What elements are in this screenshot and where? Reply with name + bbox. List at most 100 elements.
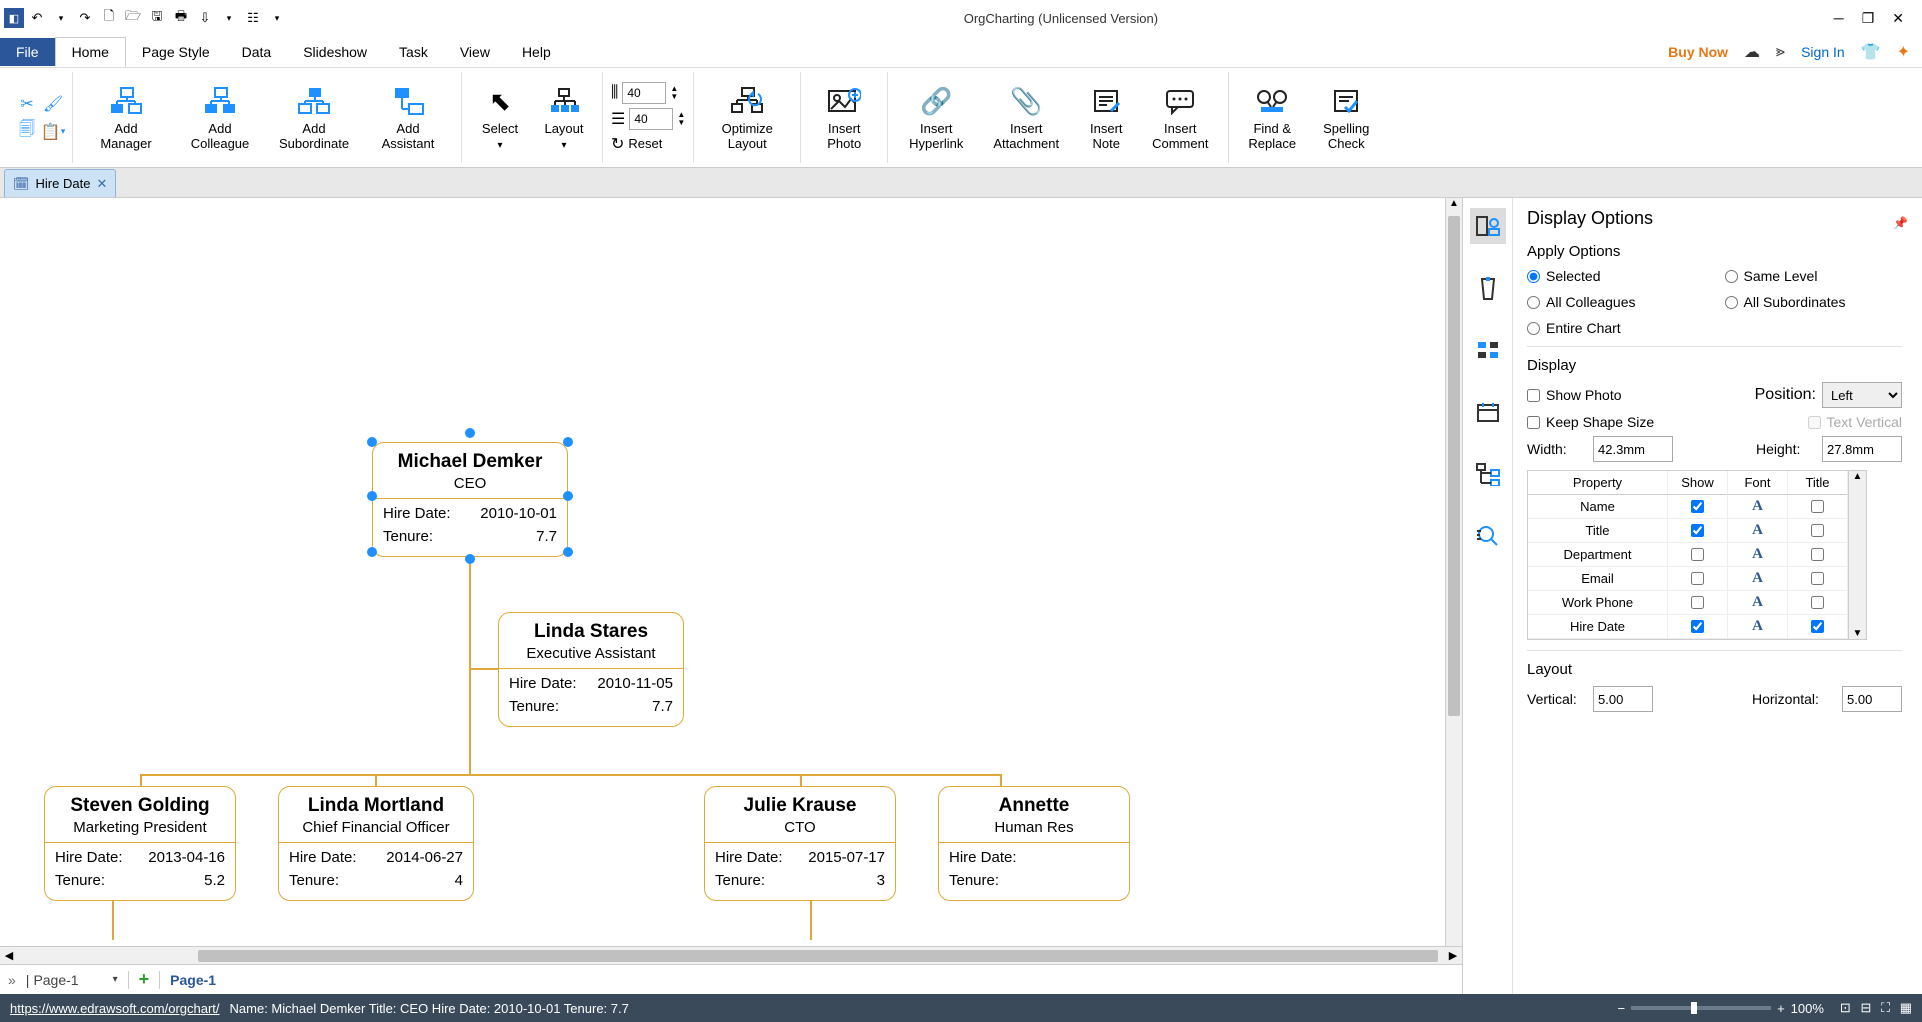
page-select[interactable]: |Page-1▾ (26, 972, 118, 988)
pin-icon[interactable]: 📌 (1893, 216, 1908, 230)
title-checkbox[interactable] (1811, 620, 1824, 633)
hscroll-right[interactable]: ▶ (1444, 946, 1462, 964)
horizontal-input[interactable] (1842, 686, 1902, 712)
hscroll-left[interactable]: ◀ (0, 946, 18, 964)
title-checkbox[interactable] (1811, 596, 1824, 609)
fit-width-icon[interactable]: ⊟ (1860, 1000, 1871, 1015)
add-colleague-button[interactable]: AddColleague (175, 84, 265, 151)
font-button[interactable]: A (1752, 546, 1763, 563)
radio-same-level[interactable]: Same Level (1725, 268, 1903, 284)
title-checkbox[interactable] (1811, 500, 1824, 513)
menu-view[interactable]: View (444, 38, 506, 66)
status-url[interactable]: https://www.edrawsoft.com/orgchart/ (10, 1001, 220, 1016)
options-dropdown[interactable]: ▾ (266, 7, 288, 29)
save-icon[interactable]: 🖫 (146, 7, 168, 29)
show-checkbox[interactable] (1691, 596, 1704, 609)
undo-dropdown[interactable]: ▾ (50, 7, 72, 29)
fit-page-icon[interactable]: ⊡ (1840, 1000, 1851, 1015)
panetab-data-icon[interactable] (1470, 332, 1506, 368)
sign-in-link[interactable]: Sign In (1801, 44, 1845, 60)
font-button[interactable]: A (1752, 522, 1763, 539)
org-node-root[interactable]: Michael DemkerCEO Hire Date:2010-10-01 T… (372, 442, 568, 557)
copy-icon[interactable]: 🗐 (16, 121, 38, 143)
font-button[interactable]: A (1752, 498, 1763, 515)
show-checkbox[interactable] (1691, 620, 1704, 633)
grid-icon[interactable]: ▦ (1900, 1000, 1912, 1015)
title-checkbox[interactable] (1811, 548, 1824, 561)
open-icon[interactable]: 🗁 (122, 7, 144, 29)
paste-icon[interactable]: 📋▾ (42, 121, 64, 143)
panetab-search-icon[interactable] (1470, 518, 1506, 554)
title-checkbox[interactable] (1811, 572, 1824, 585)
insert-note-button[interactable]: InsertNote (1076, 84, 1136, 151)
title-checkbox[interactable] (1811, 524, 1824, 537)
fullscreen-icon[interactable]: ⛶ (1881, 1000, 1890, 1015)
font-button[interactable]: A (1752, 618, 1763, 635)
tshirt-icon[interactable]: 👕 (1861, 42, 1881, 62)
cut-icon[interactable]: ✂ (16, 93, 38, 115)
insert-hyperlink-button[interactable]: 🔗InsertHyperlink (896, 84, 976, 151)
redo-icon[interactable]: ↷ (74, 7, 96, 29)
add-manager-button[interactable]: AddManager (81, 84, 171, 151)
close-doc-icon[interactable]: ✕ (96, 176, 107, 192)
insert-photo-button[interactable]: InsertPhoto (809, 84, 879, 151)
page-tab[interactable]: Page-1 (170, 972, 216, 988)
share-icon[interactable]: ⪢ (1776, 43, 1785, 61)
radio-selected[interactable]: Selected (1527, 268, 1705, 284)
font-button[interactable]: A (1752, 570, 1763, 587)
zoom-out-button[interactable]: − (1617, 1001, 1625, 1016)
font-button[interactable]: A (1752, 594, 1763, 611)
spelling-check-button[interactable]: SpellingCheck (1311, 84, 1381, 151)
org-node-c3[interactable]: Julie KrauseCTO Hire Date:2015-07-17 Ten… (704, 786, 896, 901)
org-node-c2[interactable]: Linda MortlandChief Financial Officer Hi… (278, 786, 474, 901)
menu-home[interactable]: Home (55, 37, 126, 67)
table-scrollbar[interactable]: ▲▼ (1849, 470, 1867, 640)
width-input[interactable] (1593, 436, 1673, 462)
menu-help[interactable]: Help (506, 38, 567, 66)
vertical-input[interactable] (1593, 686, 1653, 712)
org-node-c1[interactable]: Steven GoldingMarketing President Hire D… (44, 786, 236, 901)
chk-show-photo[interactable]: Show Photo (1527, 387, 1622, 403)
insert-comment-button[interactable]: InsertComment (1140, 84, 1220, 151)
export-icon[interactable]: ⇩ (194, 7, 216, 29)
chk-keep-shape[interactable]: Keep Shape Size (1527, 414, 1654, 430)
horizontal-scrollbar[interactable] (18, 946, 1444, 964)
height-input[interactable] (1822, 436, 1902, 462)
export-dropdown[interactable]: ▾ (218, 7, 240, 29)
add-subordinate-button[interactable]: AddSubordinate (269, 84, 359, 151)
menu-slideshow[interactable]: Slideshow (287, 38, 383, 66)
show-checkbox[interactable] (1691, 524, 1704, 537)
options-icon[interactable]: ☷ (242, 7, 264, 29)
add-assistant-button[interactable]: AddAssistant (363, 84, 453, 151)
close-button[interactable]: ✕ (1892, 10, 1904, 27)
org-node-c4[interactable]: AnnetteHuman Res Hire Date: Tenure: (938, 786, 1130, 901)
radio-all-subordinates[interactable]: All Subordinates (1725, 294, 1903, 310)
find-replace-button[interactable]: Find &Replace (1237, 84, 1307, 151)
radio-all-colleagues[interactable]: All Colleagues (1527, 294, 1705, 310)
new-icon[interactable]: 🗋 (98, 7, 120, 29)
format-painter-icon[interactable]: 🖌 (42, 93, 64, 115)
buy-now-link[interactable]: Buy Now (1668, 44, 1728, 60)
optimize-layout-button[interactable]: OptimizeLayout (702, 84, 792, 151)
reset-button[interactable]: ↻Reset (611, 134, 685, 154)
spin1-down[interactable]: ▼ (670, 93, 678, 101)
layout-button[interactable]: Layout▾ (534, 84, 594, 151)
org-node-assistant[interactable]: Linda StaresExecutive Assistant Hire Dat… (498, 612, 684, 727)
page-menu-icon[interactable]: » (8, 972, 16, 988)
insert-attachment-button[interactable]: 📎InsertAttachment (980, 84, 1072, 151)
document-tab[interactable]: 🗓 Hire Date ✕ (4, 169, 116, 197)
menu-page-style[interactable]: Page Style (126, 38, 226, 66)
select-button[interactable]: ⬉Select▾ (470, 84, 530, 151)
canvas[interactable]: Michael DemkerCEO Hire Date:2010-10-01 T… (0, 198, 1445, 946)
print-icon[interactable]: 🖶 (170, 7, 192, 29)
radio-entire-chart[interactable]: Entire Chart (1527, 320, 1705, 336)
add-page-button[interactable]: + (139, 969, 150, 990)
spacing-v-input[interactable] (629, 108, 673, 130)
zoom-in-button[interactable]: + (1777, 1001, 1785, 1016)
menu-task[interactable]: Task (383, 38, 444, 66)
cloud-icon[interactable]: ☁ (1744, 42, 1760, 62)
show-checkbox[interactable] (1691, 572, 1704, 585)
undo-icon[interactable]: ↶ (26, 7, 48, 29)
menu-file[interactable]: File (0, 38, 55, 66)
spacing-h-input[interactable] (622, 82, 666, 104)
